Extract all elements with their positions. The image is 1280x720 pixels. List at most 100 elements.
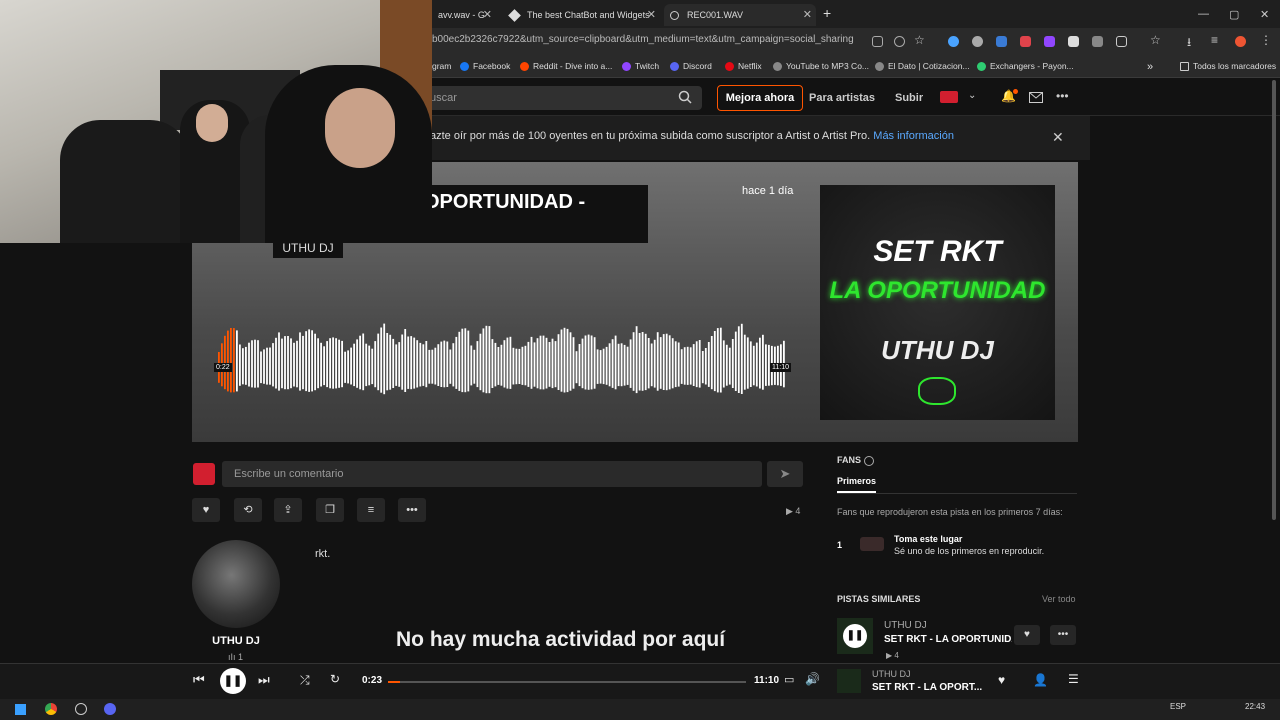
waveform-bar[interactable] [314, 333, 316, 391]
bookmark-netflix[interactable]: Netflix [725, 61, 762, 71]
scrollbar[interactable] [1270, 80, 1278, 520]
waveform-bar[interactable] [599, 350, 602, 384]
waveform-bar[interactable] [527, 341, 530, 387]
waveform-bar[interactable] [512, 347, 515, 385]
waveform-bar[interactable] [464, 328, 467, 393]
waveform-bar[interactable] [566, 328, 569, 393]
waveform-bar[interactable] [383, 323, 386, 395]
extension-icon[interactable] [948, 36, 959, 47]
app-icon[interactable] [75, 703, 87, 715]
like-button[interactable]: ♥ [1014, 625, 1040, 645]
uploader-name[interactable]: UTHU DJ [192, 635, 280, 647]
waveform-bar[interactable] [404, 329, 407, 392]
waveform-bar[interactable] [446, 341, 449, 388]
for-artists-link[interactable]: Para artistas [809, 92, 875, 104]
waveform-bar[interactable] [320, 342, 322, 387]
waveform-bar[interactable] [434, 347, 437, 385]
waveform-bar[interactable] [425, 341, 428, 388]
share-button[interactable]: ⇪ [274, 498, 302, 522]
waveform-bar[interactable] [674, 341, 677, 388]
waveform-bar[interactable] [422, 344, 425, 386]
waveform-bar[interactable] [680, 349, 683, 384]
waveform-bar[interactable] [365, 343, 368, 387]
similar-track-title[interactable]: SET RKT - LA OPORTUNIDAD [884, 634, 1012, 645]
star-icon[interactable]: ☆ [914, 33, 925, 47]
waveform-bar[interactable] [452, 343, 455, 387]
waveform-bar[interactable] [611, 339, 614, 388]
extension-icon[interactable] [1068, 36, 1079, 47]
waveform-bar[interactable] [332, 337, 334, 389]
copy-link-button[interactable]: ❐ [316, 498, 344, 522]
volume-icon[interactable]: 🔊 [805, 672, 820, 686]
waveform-bar[interactable] [692, 344, 695, 386]
extension-icon[interactable] [1044, 36, 1055, 47]
waveform-bar[interactable] [575, 351, 578, 384]
waveform-bar[interactable] [677, 342, 680, 387]
waveform-bar[interactable] [716, 328, 719, 393]
waveform-bar[interactable] [323, 346, 325, 386]
waveform-bar[interactable] [269, 347, 271, 385]
waveform-bar[interactable] [722, 340, 725, 388]
waveform-bar[interactable] [503, 340, 506, 388]
waveform-bar[interactable] [569, 332, 572, 391]
like-icon[interactable]: ♥ [998, 673, 1005, 687]
waveform-bar[interactable] [629, 339, 632, 388]
waveform-bar[interactable] [683, 347, 686, 385]
waveform-bar[interactable] [239, 344, 241, 386]
waveform-bar[interactable] [428, 349, 431, 384]
waveform-bar[interactable] [482, 328, 485, 393]
waveform-bar[interactable] [308, 329, 310, 392]
waveform-bar[interactable] [560, 329, 563, 392]
waveform-bar[interactable] [737, 326, 740, 393]
zoom-icon[interactable] [894, 36, 905, 47]
avatar[interactable] [940, 91, 958, 103]
queue-icon[interactable]: ☰ [1068, 672, 1079, 686]
search-icon[interactable] [678, 90, 692, 104]
waveform-bar[interactable] [542, 335, 545, 390]
waveform-bar[interactable] [284, 336, 286, 390]
similar-track-art[interactable]: ❚❚ [837, 618, 873, 654]
waveform-bar[interactable] [299, 332, 301, 391]
shuffle-icon[interactable]: ⤮ [300, 673, 310, 688]
waveform-bar[interactable] [671, 338, 674, 389]
waveform-bar[interactable] [524, 345, 527, 386]
waveform-bar[interactable] [458, 331, 461, 391]
waveform-bar[interactable] [545, 337, 548, 389]
waveform-bar[interactable] [356, 339, 358, 388]
waveform-bar[interactable] [311, 330, 313, 392]
waveform-bar[interactable] [386, 333, 389, 391]
waveform-bar[interactable] [488, 326, 491, 394]
waveform-bar[interactable] [623, 344, 626, 386]
waveform-bar[interactable] [668, 335, 671, 390]
waveform-bar[interactable] [413, 337, 416, 389]
waveform-bar[interactable] [494, 342, 497, 387]
bookmark-youtube-mp3[interactable]: YouTube to MP3 Co... [773, 61, 869, 71]
waveform-bar[interactable] [554, 341, 557, 388]
waveform-bar[interactable] [587, 334, 590, 390]
waveform-bar[interactable] [620, 343, 623, 387]
waveform-bar[interactable] [626, 346, 629, 385]
waveform-bar[interactable] [605, 346, 608, 385]
waveform-bar[interactable] [263, 349, 265, 384]
waveform-bar[interactable] [329, 338, 331, 389]
search-input[interactable]: uscar [420, 86, 702, 110]
waveform-bar[interactable] [395, 344, 398, 386]
waveform-bar[interactable] [461, 328, 464, 393]
waveform-bar[interactable] [635, 326, 638, 394]
waveform-bar[interactable] [449, 349, 452, 384]
waveform-bar[interactable] [431, 349, 434, 384]
shield-icon[interactable] [1092, 36, 1103, 47]
cast-icon[interactable]: ▭ [784, 673, 794, 686]
waveform-bar[interactable] [686, 346, 689, 385]
pause-icon[interactable]: ❚❚ [843, 624, 867, 648]
all-bookmarks-button[interactable]: Todos los marcadores [1180, 61, 1276, 71]
follow-icon[interactable]: 👤 [1033, 673, 1048, 687]
waveform-bar[interactable] [392, 338, 395, 388]
close-icon[interactable]: ✕ [647, 8, 656, 21]
puzzle-icon[interactable] [1116, 36, 1127, 47]
bookmark-reddit[interactable]: Reddit - Dive into a... [520, 61, 612, 71]
repeat-icon[interactable]: ↻ [330, 672, 340, 686]
waveform-bar[interactable] [401, 334, 404, 390]
waveform-bar[interactable] [647, 338, 650, 389]
waveform-bar[interactable] [245, 346, 247, 385]
